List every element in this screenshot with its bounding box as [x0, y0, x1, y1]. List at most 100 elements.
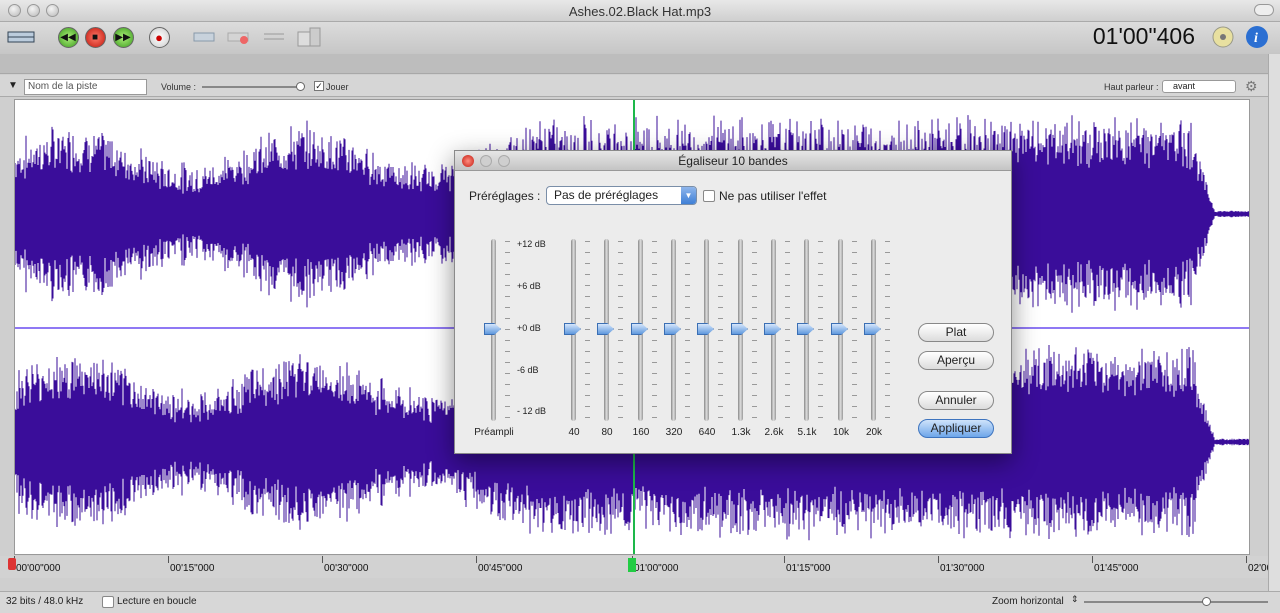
- slider-knob[interactable]: [564, 323, 581, 335]
- slider-ticks: [752, 241, 758, 419]
- ruler-mark: [322, 556, 323, 563]
- time-display: 01'00"406: [1092, 23, 1195, 49]
- band-slider-640[interactable]: [692, 239, 724, 421]
- export-button[interactable]: [296, 24, 322, 50]
- ruler-tick: 00'30"000: [324, 563, 369, 574]
- bypass-option[interactable]: Ne pas utiliser l'effet: [703, 189, 826, 203]
- band-slider-2.6k[interactable]: [759, 239, 791, 421]
- cancel-button[interactable]: Annuler: [918, 391, 994, 410]
- db-label: - 12 dB: [517, 406, 547, 416]
- vertical-scrollbar[interactable]: [1268, 54, 1280, 591]
- ruler-mark: [1092, 556, 1093, 563]
- gear-icon[interactable]: ⚙: [1245, 78, 1258, 95]
- slider-ticks: [818, 241, 824, 419]
- zoom-label: Zoom horizontal: [992, 596, 1064, 607]
- ruler-mark: [168, 556, 169, 563]
- slider-knob[interactable]: [664, 323, 681, 335]
- slider-ticks: [785, 241, 791, 419]
- loop-label: Lecture en boucle: [117, 596, 197, 607]
- flat-button[interactable]: Plat: [918, 323, 994, 342]
- track-name-input[interactable]: Nom de la piste: [24, 79, 147, 95]
- band-label: 20k: [865, 427, 883, 438]
- start-marker-icon[interactable]: [8, 558, 16, 570]
- slider-knob[interactable]: [597, 323, 614, 335]
- presets-label: Préréglages :: [469, 189, 541, 203]
- slider-ticks: [718, 241, 724, 419]
- band-slider-80[interactable]: [592, 239, 624, 421]
- db-label: -6 dB: [517, 365, 539, 375]
- band-slider-20k[interactable]: [859, 239, 890, 421]
- burn-icon[interactable]: [1210, 24, 1236, 50]
- ruler-tick: 00'15"000: [170, 563, 215, 574]
- slider-knob[interactable]: [484, 323, 501, 335]
- slider-ticks: [852, 241, 858, 419]
- stop-button[interactable]: ■: [82, 24, 108, 50]
- play-label: Jouer: [326, 82, 349, 92]
- ruler-tick: 01'00"000: [634, 563, 679, 574]
- tracks-icon[interactable]: [6, 24, 36, 50]
- band-slider-5.1k[interactable]: [792, 239, 824, 421]
- volume-knob[interactable]: [296, 82, 305, 91]
- volume-slider[interactable]: [202, 82, 305, 91]
- svg-text:i: i: [1254, 31, 1258, 46]
- stop-icon: ■: [84, 26, 106, 48]
- format-label: 32 bits / 48.0 kHz: [6, 596, 84, 607]
- preamp-slider[interactable]: [479, 239, 511, 421]
- timeline-ruler[interactable]: 00'00"000 00'15"000 00'30"000 00'45"000 01'0…: [0, 556, 1280, 578]
- ruler-mark: [784, 556, 785, 563]
- db-label: +0 dB: [517, 323, 541, 333]
- zoom-stepper-icon[interactable]: ⇕: [1071, 594, 1079, 605]
- add-track-button[interactable]: [192, 24, 218, 50]
- playhead-marker-icon[interactable]: [628, 558, 636, 572]
- db-label: +6 dB: [517, 281, 541, 291]
- window-title: Ashes.02.Black Hat.mp3: [568, 4, 712, 19]
- ruler-tick: 00'45"000: [478, 563, 523, 574]
- band-slider-320[interactable]: [659, 239, 691, 421]
- info-icon[interactable]: i: [1244, 24, 1270, 50]
- toolbar-toggle-button[interactable]: [1254, 4, 1274, 16]
- presets-select[interactable]: Pas de préréglages ▼: [546, 186, 697, 205]
- volume-label: Volume :: [161, 82, 197, 92]
- speaker-label: Haut parleur :: [1104, 82, 1159, 92]
- band-slider-160[interactable]: [626, 239, 657, 421]
- slider-ticks: [505, 241, 511, 419]
- bypass-label: Ne pas utiliser l'effet: [719, 189, 827, 203]
- slider-ticks: [585, 241, 591, 419]
- speaker-select[interactable]: avant: [1162, 80, 1236, 93]
- slider-knob[interactable]: [831, 323, 848, 335]
- slider-ticks: [685, 241, 691, 419]
- record-button[interactable]: ●: [144, 24, 174, 50]
- mixer-button[interactable]: [261, 24, 287, 50]
- ruler-mark: [1246, 556, 1247, 563]
- fast-forward-button[interactable]: ▶▶: [110, 24, 136, 50]
- band-label: Préampli: [474, 427, 514, 438]
- secondary-strip: [0, 54, 1280, 74]
- rewind-button[interactable]: ◀◀: [55, 24, 81, 50]
- slider-knob[interactable]: [631, 323, 648, 335]
- rewind-icon: ◀◀: [57, 26, 79, 48]
- preview-button[interactable]: Aperçu: [918, 351, 994, 370]
- band-slider-10k[interactable]: [826, 239, 858, 421]
- remove-track-button[interactable]: [226, 24, 252, 50]
- slider-ticks: [618, 241, 624, 419]
- slider-knob[interactable]: [864, 323, 881, 335]
- slider-knob[interactable]: [731, 323, 748, 335]
- bypass-checkbox[interactable]: [703, 190, 715, 202]
- dialog-title: Égaliseur 10 bandes: [678, 154, 788, 168]
- loop-checkbox[interactable]: [102, 596, 114, 608]
- apply-button[interactable]: Appliquer: [918, 419, 994, 438]
- ruler-tick: 01'15"000: [786, 563, 831, 574]
- disclosure-triangle-icon[interactable]: ▼: [8, 80, 18, 91]
- track-header: ▼ Nom de la piste Volume : ✓ Jouer Haut …: [0, 75, 1268, 97]
- zoom-knob[interactable]: [1202, 597, 1211, 606]
- status-bar: 32 bits / 48.0 kHz Lecture en boucle Zoo…: [0, 591, 1280, 613]
- slider-knob[interactable]: [697, 323, 714, 335]
- play-checkbox[interactable]: ✓: [314, 81, 324, 91]
- ruler-tick: 00'00"000: [16, 563, 61, 574]
- ruler-mark: [938, 556, 939, 563]
- band-slider-40[interactable]: [559, 239, 591, 421]
- slider-knob[interactable]: [764, 323, 781, 335]
- band-slider-1.3k[interactable]: [726, 239, 758, 421]
- zoom-slider[interactable]: [1084, 597, 1268, 606]
- slider-knob[interactable]: [797, 323, 814, 335]
